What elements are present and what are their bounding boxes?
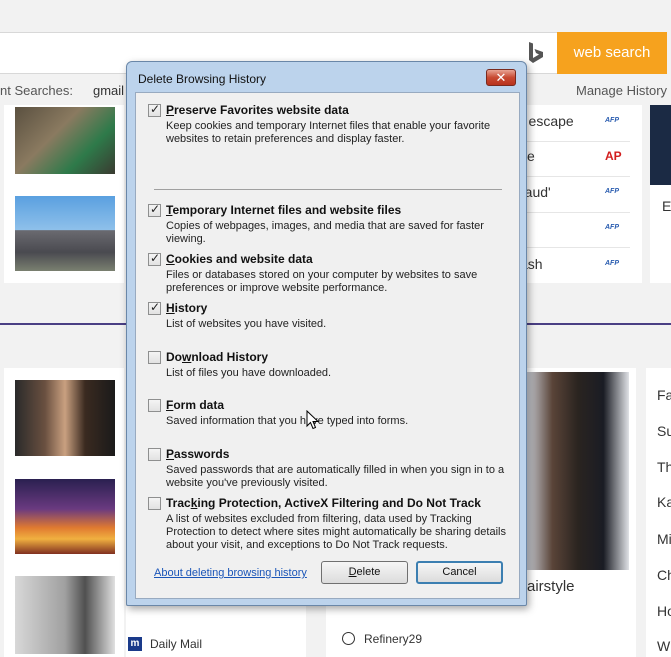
check-icon: ✓: [150, 251, 161, 265]
option-description: List of files you have downloaded.: [166, 367, 332, 379]
preserve-favorites-checkbox[interactable]: ✓: [148, 102, 161, 117]
form-data-checkbox[interactable]: [148, 399, 161, 412]
news-headline[interactable]: E: [662, 198, 671, 214]
dialog-body: ✓ Preserve Favorites website data Keep c…: [135, 92, 520, 599]
option-description: A list of websites excluded from filteri…: [166, 513, 506, 551]
tracking-protection-checkbox[interactable]: [148, 497, 161, 510]
option-description: List of websites you have visited.: [166, 318, 327, 330]
browser-top-strip: [0, 0, 671, 32]
dialog-title: Delete Browsing History: [138, 72, 267, 86]
trending-list-item[interactable]: Th: [657, 459, 671, 475]
manage-history-link[interactable]: Manage History: [576, 83, 667, 98]
option-title[interactable]: History: [166, 301, 207, 315]
ap-logo: AP: [605, 149, 622, 163]
option-title[interactable]: Preserve Favorites website data: [166, 103, 349, 117]
trending-list-item[interactable]: Ho: [657, 603, 671, 619]
trending-label: nt Searches:: [0, 83, 73, 98]
trending-list-item[interactable]: Fa: [657, 387, 671, 403]
news-thumbnail[interactable]: [15, 576, 115, 654]
option-title[interactable]: Download History: [166, 350, 268, 364]
option-description: Files or databases stored on your comput…: [166, 269, 478, 294]
trending-list-item[interactable]: Mi: [657, 531, 671, 547]
news-headline[interactable]: ash: [520, 250, 630, 285]
news-thumbnail[interactable]: [15, 196, 115, 271]
trending-list-item[interactable]: Ch: [657, 567, 671, 583]
news-thumbnail[interactable]: [15, 479, 115, 554]
bing-logo-icon: [529, 42, 543, 63]
news-thumbnail[interactable]: [15, 107, 115, 174]
option-title[interactable]: Form data: [166, 398, 224, 412]
option-description: Saved information that you have typed in…: [166, 415, 409, 427]
afp-logo: AFP: [605, 224, 619, 231]
about-deleting-history-link[interactable]: About deleting browsing history: [154, 567, 307, 579]
news-source-label: Daily Mail: [150, 637, 203, 651]
trending-list-item[interactable]: Su: [657, 423, 671, 439]
mouse-cursor-icon: [306, 410, 320, 430]
history-checkbox[interactable]: ✓: [148, 300, 161, 315]
cancel-button[interactable]: Cancel: [416, 561, 503, 584]
close-button[interactable]: ✕: [486, 69, 516, 86]
download-history-checkbox[interactable]: [148, 351, 161, 364]
trending-term[interactable]: gmail: [93, 83, 124, 98]
option-title[interactable]: Passwords: [166, 447, 229, 461]
news-headline[interactable]: r escape: [520, 107, 630, 142]
option-description: Copies of webpages, images, and media th…: [166, 220, 484, 245]
news-thumbnail[interactable]: [15, 380, 115, 456]
separator: [154, 189, 502, 190]
news-thumbnail[interactable]: [527, 372, 629, 570]
option-title[interactable]: Tracking Protection, ActiveX Filtering a…: [166, 496, 481, 510]
afp-logo: AFP: [605, 188, 619, 195]
refinery29-logo: [342, 632, 355, 645]
news-headline[interactable]: raud': [520, 178, 630, 213]
check-icon: ✓: [150, 300, 161, 314]
option-title[interactable]: Temporary Internet files and website fil…: [166, 203, 401, 217]
trending-list-item[interactable]: W: [657, 638, 670, 654]
option-description: Keep cookies and temporary Internet file…: [166, 120, 491, 145]
afp-logo: AFP: [605, 260, 619, 267]
check-icon: ✓: [150, 102, 161, 116]
delete-button[interactable]: Delete: [321, 561, 408, 584]
trending-list-item[interactable]: Ka: [657, 494, 671, 510]
afp-logo: AFP: [605, 117, 619, 124]
trending-searches: nt Searches: gmail: [0, 83, 124, 98]
news-source-label: Refinery29: [364, 632, 423, 646]
web-search-button[interactable]: web search: [557, 32, 667, 74]
temporary-files-checkbox[interactable]: ✓: [148, 202, 161, 217]
passwords-checkbox[interactable]: [148, 448, 161, 461]
check-icon: ✓: [150, 202, 161, 216]
news-thumbnail[interactable]: [650, 105, 671, 185]
option-description: Saved passwords that are automatically f…: [166, 464, 505, 489]
news-headline[interactable]: airstyle: [527, 578, 575, 595]
delete-browsing-history-dialog: Delete Browsing History ✕ ✓ Preserve Fav…: [126, 61, 527, 606]
daily-mail-logo: m: [128, 637, 142, 651]
option-title[interactable]: Cookies and website data: [166, 252, 313, 266]
cookies-checkbox[interactable]: ✓: [148, 251, 161, 266]
